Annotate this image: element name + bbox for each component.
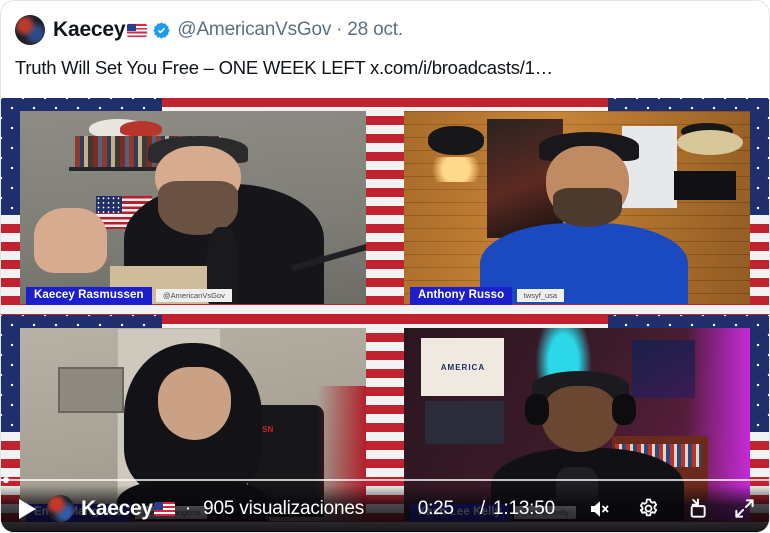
broadcast-avatar[interactable] xyxy=(47,495,74,522)
participant-grid: Kaecey Rasmussen @AmericanVsGov Anthony … xyxy=(1,98,769,532)
participant-handle: twsyf_usa xyxy=(516,288,565,302)
author-row: Kaecey @AmericanVsGov · 28 oct. xyxy=(15,13,755,47)
tweet-card: Kaecey @AmericanVsGov · 28 oct. Truth Wi… xyxy=(0,0,770,533)
participant-nameplate: Anthony Russo twsyf_usa xyxy=(409,285,565,305)
picture-in-picture-button[interactable] xyxy=(683,496,709,522)
participant-tile[interactable]: Kaecey Rasmussen @AmericanVsGov xyxy=(1,98,385,315)
broadcast-brand-name[interactable]: Kaecey xyxy=(81,497,153,521)
handle-separator: · xyxy=(336,19,343,40)
avatar[interactable] xyxy=(15,15,45,45)
mute-button[interactable] xyxy=(587,496,613,522)
progress-track xyxy=(1,479,769,481)
view-count: 905 visualizaciones xyxy=(203,497,365,519)
webcam-feed xyxy=(20,111,366,305)
progress-bar[interactable] xyxy=(1,475,769,485)
author-handle[interactable]: @AmericanVsGov xyxy=(177,19,331,41)
current-time: 0:25 xyxy=(417,497,454,519)
us-flag-icon xyxy=(127,23,148,37)
webcam-feed xyxy=(404,111,750,305)
play-button[interactable] xyxy=(13,495,41,523)
fullscreen-icon xyxy=(734,499,754,518)
gear-icon xyxy=(639,498,657,517)
participant-name: Anthony Russo xyxy=(409,286,513,305)
progress-scrubber[interactable] xyxy=(2,477,9,483)
participant-handle: @AmericanVsGov xyxy=(156,288,232,302)
fullscreen-button[interactable] xyxy=(731,496,757,522)
speaker-muted-icon xyxy=(591,500,609,517)
controls-right: 0:25 / 1:13:50 xyxy=(418,496,757,522)
play-icon xyxy=(18,498,36,519)
video-player[interactable]: Kaecey Rasmussen @AmericanVsGov Anthony … xyxy=(1,98,769,532)
settings-button[interactable] xyxy=(635,496,661,522)
participant-name: Kaecey Rasmussen xyxy=(25,286,152,305)
views-separator: · xyxy=(184,497,192,519)
author-name[interactable]: Kaecey xyxy=(53,18,126,42)
time-divider: / xyxy=(479,497,485,519)
picture-in-picture-icon xyxy=(690,498,706,518)
player-controls: Kaecey · 905 visualizaciones 0:25 / 1:13… xyxy=(1,485,769,532)
tweet-text: Truth Will Set You Free – ONE WEEK LEFT … xyxy=(15,57,553,78)
controls-left: Kaecey · 905 visualizaciones xyxy=(13,495,418,523)
participant-nameplate: Kaecey Rasmussen @AmericanVsGov xyxy=(25,285,232,305)
post-date[interactable]: 28 oct. xyxy=(347,19,403,41)
participant-tile[interactable]: Anthony Russo twsyf_usa xyxy=(385,98,769,315)
tweet-header: Kaecey @AmericanVsGov · 28 oct. Truth Wi… xyxy=(1,1,769,80)
verified-badge-icon xyxy=(153,21,171,39)
duration: 1:13:50 xyxy=(493,497,555,519)
us-flag-icon xyxy=(153,501,175,516)
